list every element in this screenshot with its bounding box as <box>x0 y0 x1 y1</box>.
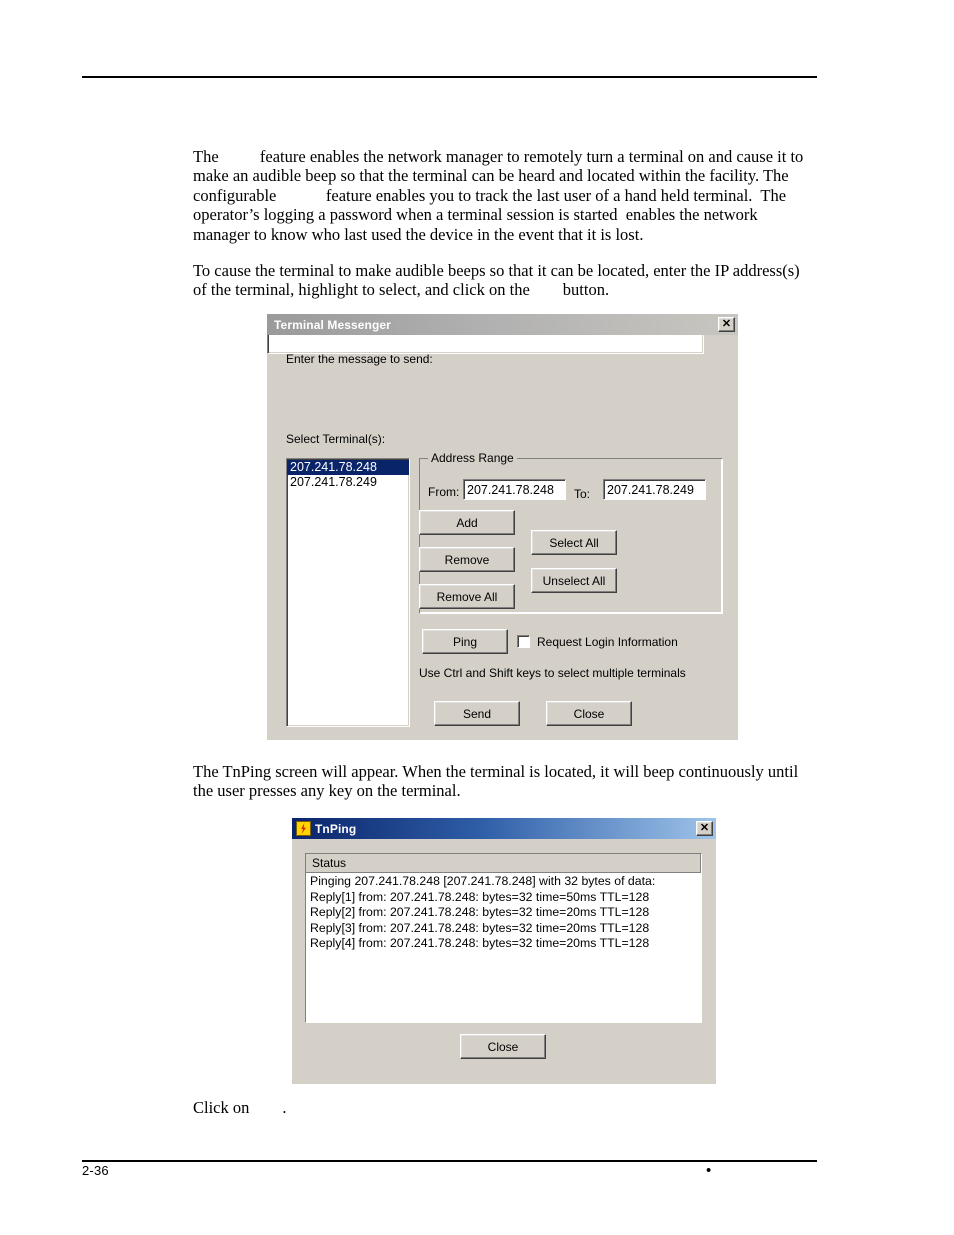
request-login-checkbox[interactable] <box>517 635 530 648</box>
status-line: Reply[3] from: 207.241.78.248: bytes=32 … <box>310 920 650 935</box>
paragraph-tnping-note: The TnPing screen will appear. When the … <box>193 762 803 801</box>
terminal-messenger-dialog: Terminal Messenger ✕ Enter the message t… <box>267 314 738 740</box>
footer-page-number: 2-36 <box>82 1163 109 1178</box>
select-terminals-label: Select Terminal(s): <box>286 432 386 446</box>
terminal-messenger-title: Terminal Messenger <box>274 317 391 332</box>
list-item[interactable]: 207.241.78.249 <box>287 475 409 490</box>
footer-bullet-icon: • <box>706 1162 712 1179</box>
status-line: Reply[4] from: 207.241.78.248: bytes=32 … <box>310 936 650 951</box>
tnping-dialog: TnPing ✕ Status Pinging 207.241.78.248 [… <box>292 818 716 1084</box>
terminal-messenger-titlebar: Terminal Messenger ✕ <box>267 314 738 335</box>
to-label: To: <box>574 487 591 501</box>
request-login-label: Request Login Information <box>537 635 678 649</box>
ping-button[interactable]: Ping <box>422 629 508 654</box>
tnping-close-button[interactable]: Close <box>460 1034 546 1059</box>
status-output[interactable]: Pinging 207.241.78.248 [207.241.78.248] … <box>306 873 701 952</box>
close-icon[interactable]: ✕ <box>696 821 713 836</box>
lightning-bolt-icon <box>296 821 311 836</box>
list-item[interactable]: 207.241.78.248 <box>287 460 409 475</box>
add-button[interactable]: Add <box>419 510 515 535</box>
remove-all-button[interactable]: Remove All <box>419 584 515 609</box>
select-all-button[interactable]: Select All <box>531 530 617 555</box>
remove-button[interactable]: Remove <box>419 547 515 572</box>
status-label: Status <box>312 856 347 870</box>
tnping-titlebar: TnPing ✕ <box>292 818 716 839</box>
close-icon[interactable]: ✕ <box>718 317 735 332</box>
paragraph-click-on: Click on . <box>193 1098 287 1117</box>
unselect-all-button[interactable]: Unselect All <box>531 568 617 593</box>
status-line: Reply[1] from: 207.241.78.248: bytes=32 … <box>310 889 650 904</box>
from-label: From: <box>428 485 460 499</box>
paragraph-intro: The feature enables the network manager … <box>193 147 808 244</box>
message-label: Enter the message to send: <box>286 352 433 366</box>
to-address-input[interactable]: 207.241.78.249 <box>603 479 706 500</box>
tnping-title: TnPing <box>315 821 357 836</box>
address-range-title: Address Range <box>428 451 517 465</box>
send-button[interactable]: Send <box>434 701 520 726</box>
from-address-input[interactable]: 207.241.78.248 <box>463 479 566 500</box>
multi-select-hint: Use Ctrl and Shift keys to select multip… <box>419 666 686 680</box>
paragraph-instructions: To cause the terminal to make audible be… <box>193 261 804 300</box>
status-panel: Status Pinging 207.241.78.248 [207.241.7… <box>305 853 702 1023</box>
status-header: Status <box>306 854 701 873</box>
terminal-listbox[interactable]: 207.241.78.248 207.241.78.249 <box>286 458 410 727</box>
status-line: Pinging 207.241.78.248 [207.241.78.248] … <box>310 874 656 888</box>
status-line: Reply[2] from: 207.241.78.248: bytes=32 … <box>310 905 650 920</box>
header-rule <box>82 76 817 78</box>
close-button[interactable]: Close <box>546 701 632 726</box>
